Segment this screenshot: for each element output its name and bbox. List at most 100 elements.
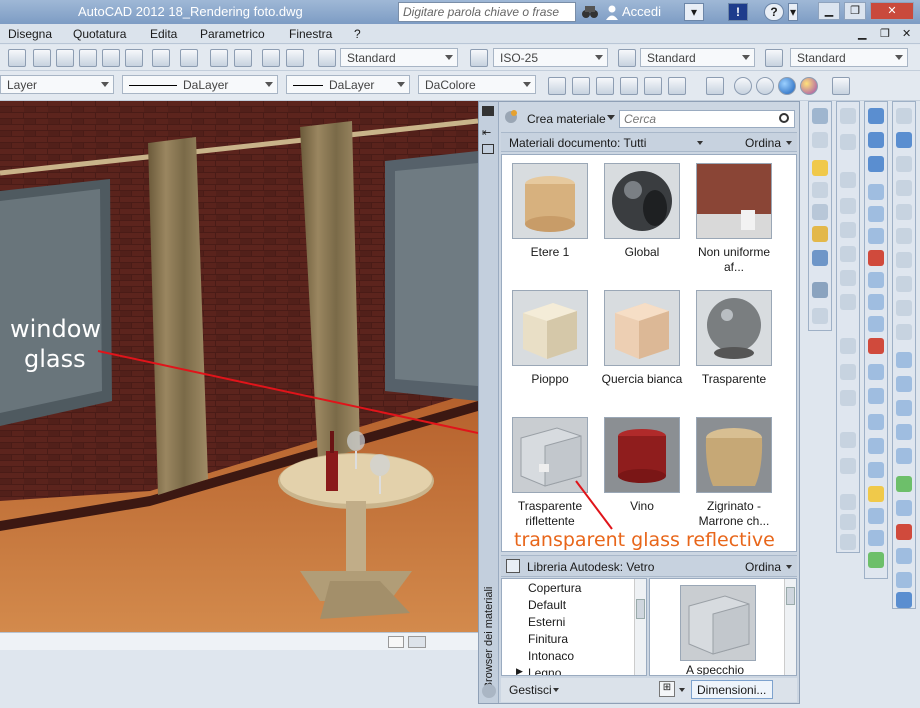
wedge-icon[interactable] xyxy=(896,156,912,172)
offset-faces-icon[interactable] xyxy=(868,228,884,244)
help-book-icon[interactable] xyxy=(152,49,170,67)
scroll-thumb[interactable] xyxy=(636,599,645,619)
palette-properties-icon[interactable] xyxy=(482,144,494,154)
library-tree-scrollbar[interactable] xyxy=(634,579,646,675)
properties-icon[interactable] xyxy=(286,49,304,67)
view-right-icon[interactable] xyxy=(840,246,856,262)
draworder-front-icon[interactable] xyxy=(548,77,566,95)
polysolid-icon[interactable] xyxy=(896,108,912,124)
help-question-icon[interactable] xyxy=(180,49,198,67)
login-link[interactable]: Accedi xyxy=(622,4,661,19)
sun-icon[interactable] xyxy=(812,204,828,220)
open-icon[interactable] xyxy=(56,49,74,67)
layer-select[interactable]: Layer xyxy=(0,75,114,94)
sweep-icon[interactable] xyxy=(896,400,912,416)
union-icon[interactable] xyxy=(868,108,884,124)
slice-icon[interactable] xyxy=(868,530,884,546)
size-button[interactable]: Dimensioni... xyxy=(691,680,773,699)
3d-rotate-icon[interactable] xyxy=(896,524,912,540)
sort-button[interactable]: Ordina xyxy=(745,136,781,150)
teapot-icon[interactable] xyxy=(812,132,828,148)
3d-move-icon[interactable] xyxy=(896,500,912,516)
copy-faces-icon[interactable] xyxy=(868,316,884,332)
manage-button[interactable]: Gestisci xyxy=(509,683,552,697)
steering-wheel-icon[interactable] xyxy=(840,514,856,530)
draworder-under-icon[interactable] xyxy=(620,77,638,95)
color-select[interactable]: DaColore xyxy=(418,75,536,94)
view-left-icon[interactable] xyxy=(840,222,856,238)
scroll-thumb[interactable] xyxy=(408,636,426,648)
shell-icon[interactable] xyxy=(868,486,884,502)
material-icon[interactable] xyxy=(812,226,828,242)
table-style-select[interactable]: Standard xyxy=(640,48,755,67)
light-icon[interactable] xyxy=(812,160,828,176)
table-style-icon[interactable] xyxy=(618,49,636,67)
extrude-faces-icon[interactable] xyxy=(868,184,884,200)
help-icon[interactable]: ? xyxy=(764,3,784,21)
create-material-button[interactable]: Crea materiale xyxy=(527,112,606,126)
extrude-icon[interactable] xyxy=(896,352,912,368)
view-back-icon[interactable] xyxy=(840,270,856,286)
torus-icon[interactable] xyxy=(896,252,912,268)
pan-icon[interactable] xyxy=(840,494,856,510)
pyramid-icon[interactable] xyxy=(896,276,912,292)
hidden-icon[interactable] xyxy=(756,77,774,95)
showmotion-icon[interactable] xyxy=(840,534,856,550)
scroll-left-button[interactable] xyxy=(388,636,404,648)
cone-icon[interactable] xyxy=(896,180,912,196)
restore-button[interactable]: ❐ xyxy=(844,2,866,20)
library-item[interactable]: Intonaco xyxy=(528,649,574,663)
close-button[interactable]: ✕ xyxy=(870,2,914,20)
walk-icon[interactable] xyxy=(840,390,856,406)
doc-materials-filter[interactable]: Materiali documento: Tutti xyxy=(509,136,646,150)
search-icon[interactable] xyxy=(779,113,789,123)
subtract-icon[interactable] xyxy=(868,132,884,148)
sphere-icon[interactable] xyxy=(896,204,912,220)
publish-icon[interactable] xyxy=(125,49,143,67)
settings-icon[interactable] xyxy=(482,684,496,698)
visual-style-manager-icon[interactable] xyxy=(832,77,850,95)
exclamation-icon[interactable]: ! xyxy=(728,3,748,21)
box-solid-icon[interactable] xyxy=(896,132,912,148)
sort-dropdown-icon[interactable] xyxy=(786,141,792,145)
menu-finestra[interactable]: Finestra xyxy=(289,27,332,41)
text-front-icon[interactable] xyxy=(644,77,662,95)
view-dropdown-icon[interactable] xyxy=(679,688,685,692)
menu-help[interactable]: ? xyxy=(354,27,361,41)
interference-icon[interactable] xyxy=(868,552,884,568)
library-title[interactable]: Libreria Autodesk: Vetro xyxy=(527,560,654,574)
doc-restore-icon[interactable]: ❐ xyxy=(880,27,890,40)
move-faces-icon[interactable] xyxy=(868,206,884,222)
color-faces-icon[interactable] xyxy=(868,338,884,354)
view-front-icon[interactable] xyxy=(840,172,856,188)
separate-icon[interactable] xyxy=(868,462,884,478)
create-material-icon[interactable] xyxy=(503,108,519,124)
mleader-style-select[interactable]: Standard xyxy=(790,48,908,67)
library-sort-dropdown-icon[interactable] xyxy=(786,565,792,569)
color-edges-icon[interactable] xyxy=(868,388,884,404)
fly-icon[interactable] xyxy=(840,432,856,448)
revolve-icon[interactable] xyxy=(896,424,912,440)
realistic-icon[interactable] xyxy=(778,77,796,95)
create-material-dropdown-icon[interactable] xyxy=(607,115,615,120)
plot-icon[interactable] xyxy=(79,49,97,67)
arrow-down-icon[interactable]: ▾ xyxy=(684,3,704,21)
visual-style-icon[interactable] xyxy=(706,77,724,95)
dim-style-icon[interactable] xyxy=(470,49,488,67)
3d-align-icon[interactable] xyxy=(896,548,912,564)
draworder-back-icon[interactable] xyxy=(572,77,590,95)
imprint-icon[interactable] xyxy=(868,414,884,430)
zoom-icon[interactable] xyxy=(840,458,856,474)
draworder-above-icon[interactable] xyxy=(596,77,614,95)
view-grid-icon[interactable]: ⊞ xyxy=(659,681,675,697)
render-region-icon[interactable] xyxy=(812,308,828,324)
text-style-select[interactable]: Standard xyxy=(340,48,458,67)
library-item[interactable]: Legno xyxy=(528,666,561,675)
3d-array-icon[interactable] xyxy=(896,572,912,588)
render-viewport[interactable]: window glass xyxy=(0,101,478,632)
view-iso-icon[interactable] xyxy=(840,294,856,310)
union-solid-icon[interactable] xyxy=(896,476,912,492)
minimize-button[interactable]: ▁ xyxy=(818,2,840,20)
library-item[interactable]: Default xyxy=(528,598,566,612)
eraser-icon[interactable] xyxy=(102,49,120,67)
